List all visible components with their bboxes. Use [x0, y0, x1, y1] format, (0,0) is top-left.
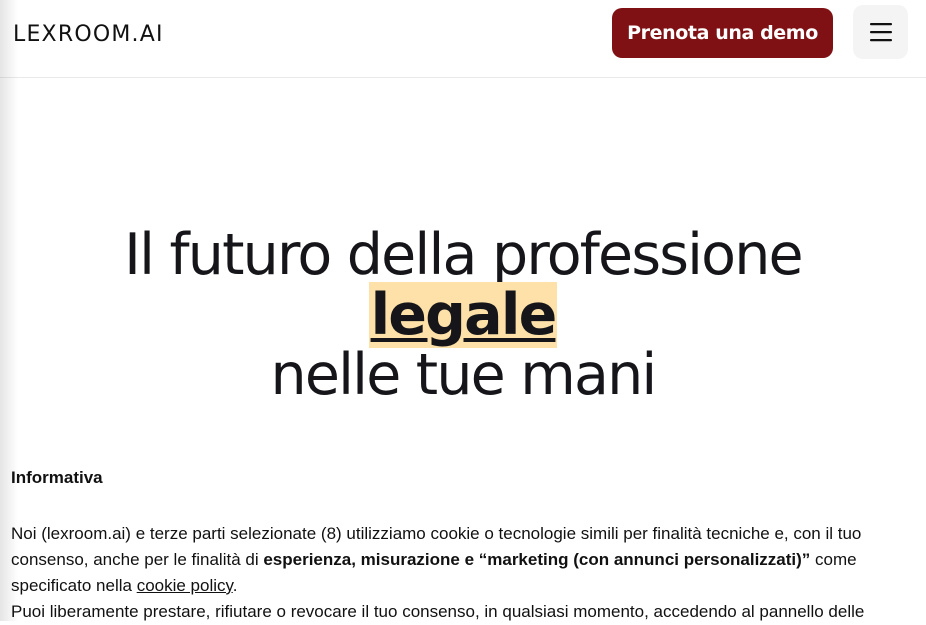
- hero-highlighted-word: legale: [368, 282, 558, 348]
- menu-button[interactable]: [853, 5, 908, 59]
- top-navigation-bar: LEXROOM.AI Prenota una demo: [0, 0, 926, 78]
- hero-headline-line-2: legale: [0, 282, 926, 348]
- hamburger-menu-icon: [869, 23, 892, 42]
- cookie-text-consent-info: Puoi liberamente prestare, rifiutare o r…: [11, 602, 865, 621]
- hero-headline-line-1: Il futuro della professione: [124, 222, 803, 288]
- cookie-policy-link[interactable]: cookie policy: [137, 576, 233, 595]
- cookie-banner-text: Noi (lexroom.ai) e terze parti seleziona…: [11, 521, 911, 625]
- cookie-consent-banner: Informativa Noi (lexroom.ai) e terze par…: [0, 455, 926, 621]
- book-demo-button[interactable]: Prenota una demo: [612, 8, 833, 58]
- cookie-banner-title: Informativa: [11, 468, 103, 487]
- cookie-text-period: .: [232, 576, 238, 595]
- lexroom-logo[interactable]: LEXROOM.AI: [13, 22, 164, 48]
- hero-headline-line-3: nelle tue mani: [270, 342, 658, 408]
- cookie-text-purposes: esperienza, misurazione e “marketing (co…: [263, 550, 811, 569]
